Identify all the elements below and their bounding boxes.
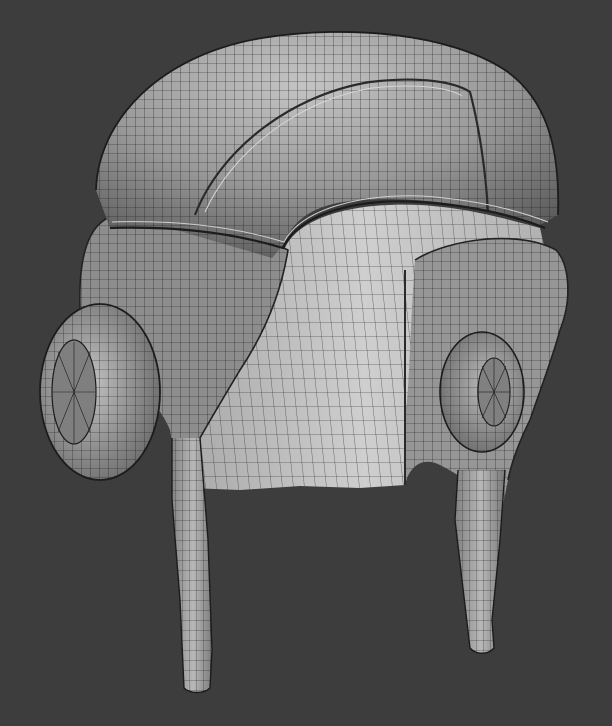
helmet-mesh-render — [39, 31, 569, 694]
3d-viewport[interactable] — [0, 0, 612, 726]
right-chin-strap — [454, 469, 506, 654]
